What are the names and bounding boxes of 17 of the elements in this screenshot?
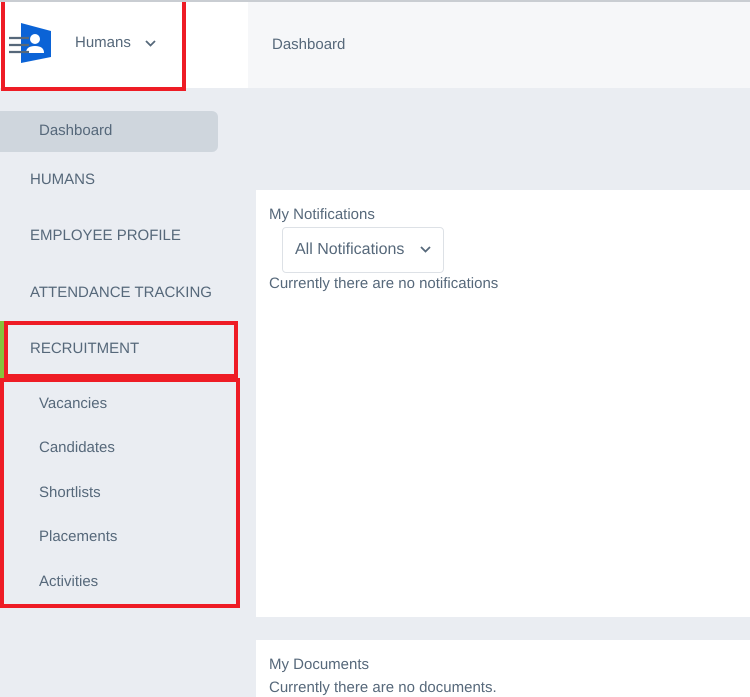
- sidebar-subitem[interactable]: Activities: [4, 560, 240, 604]
- sidebar-subitem[interactable]: Candidates: [4, 426, 240, 470]
- sidebar-section[interactable]: RECRUITMENT: [4, 321, 238, 378]
- empty-message: Currently there are no notifications: [269, 274, 500, 294]
- sidebar-section[interactable]: ATTENDANCE TRACKING: [4, 264, 248, 321]
- sidebar-section[interactable]: EMPLOYEE PROFILE: [4, 208, 248, 264]
- filter-dropdown[interactable]: All Notifications: [282, 226, 444, 272]
- sidebar-item[interactable]: Dashboard: [0, 111, 218, 152]
- page-title: Dashboard: [272, 34, 346, 55]
- empty-message: Currently there are no documents.: [269, 678, 498, 697]
- sidebar-subitem[interactable]: Placements: [4, 515, 240, 560]
- app-switcher[interactable]: Humans: [75, 32, 156, 54]
- sidebar-subitem[interactable]: Shortlists: [4, 470, 240, 515]
- panel-title: My Documents: [269, 655, 370, 675]
- sidebar-section[interactable]: HUMANS: [4, 152, 248, 208]
- sidebar-subitem[interactable]: Vacancies: [4, 382, 240, 426]
- panel-title: My Notifications: [269, 205, 376, 225]
